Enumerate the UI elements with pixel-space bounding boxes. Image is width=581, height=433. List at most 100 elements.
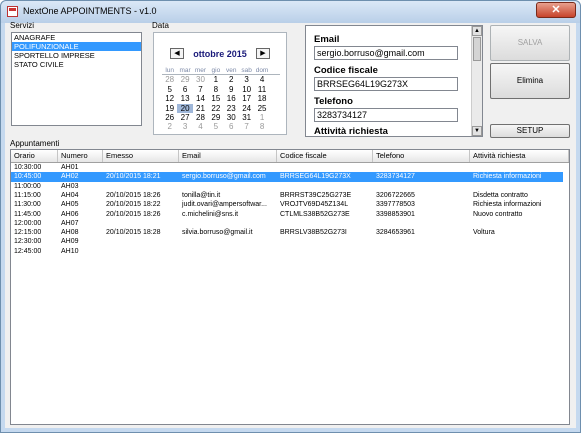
calendar-day[interactable]: 11 [254, 85, 269, 94]
calendar-day[interactable]: 2 [224, 75, 239, 84]
calendar-day[interactable]: 10 [239, 85, 254, 94]
calendar-day[interactable]: 13 [177, 94, 192, 103]
calendar-day[interactable]: 8 [208, 85, 223, 94]
servizi-item[interactable]: POLIFUNZIONALE [12, 42, 141, 51]
scroll-thumb[interactable] [473, 37, 481, 61]
appointments-table[interactable]: Orario Numero Emesso Email Codice fiscale Tel… [10, 149, 570, 425]
setup-button[interactable]: SETUP [490, 124, 570, 138]
table-cell: silvia.borruso@gmail.it [182, 229, 253, 237]
table-cell: 10:45:00 [14, 173, 42, 181]
table-row[interactable]: 12:00:00 AH07 [11, 219, 563, 228]
table-cell: Voltura [473, 229, 495, 237]
servizi-item[interactable]: ANAGRAFE [12, 33, 141, 42]
column-header[interactable]: Codice fiscale [277, 150, 373, 162]
calendar-day[interactable]: 21 [193, 104, 208, 113]
calendar-day[interactable]: 1 [254, 113, 269, 122]
table-row[interactable]: 10:30:00 AH01 [11, 163, 563, 172]
codice-fiscale-field[interactable]: BRRSEG64L19G273X [314, 77, 458, 91]
table-cell: 11:45:00 [14, 210, 41, 218]
calendar-day[interactable]: 7 [239, 122, 254, 131]
title-bar[interactable]: NextOne APPOINTMENTS - v1.0 ✕ [1, 1, 580, 23]
calendar-day[interactable]: 19 [162, 104, 177, 113]
table-cell: c.michelini@sns.it [182, 210, 239, 218]
calendar-day[interactable]: 26 [162, 113, 177, 122]
servizi-item[interactable]: SPORTELLO IMPRESE [12, 51, 141, 60]
calendar-day[interactable]: 24 [239, 104, 254, 113]
calendar-day[interactable]: 30 [193, 75, 208, 84]
calendar-day[interactable]: 1 [208, 75, 223, 84]
column-header[interactable]: Email [179, 150, 277, 162]
column-header[interactable]: Emesso [103, 150, 179, 162]
column-header[interactable]: Numero [58, 150, 103, 162]
column-header[interactable]: Orario [11, 150, 58, 162]
calendar-day[interactable]: 5 [162, 85, 177, 94]
salva-button[interactable]: SALVA [490, 25, 570, 61]
calendar-day[interactable]: 29 [177, 75, 192, 84]
column-header[interactable]: Attività richiesta [470, 150, 569, 162]
table-cell [103, 237, 179, 246]
table-row[interactable]: 11:45:00 AH06 20/10/2015 18:26 c.michelini@… [11, 210, 563, 219]
calendar-day[interactable]: 6 [177, 85, 192, 94]
elimina-button[interactable]: Elimina [490, 63, 570, 99]
telefono-field[interactable]: 3283734127 [314, 108, 458, 122]
calendar-day-name: mer [194, 67, 207, 74]
next-month-button[interactable]: ▶ [256, 48, 270, 59]
table-cell: BRRSLV38B52G273I [280, 229, 347, 237]
calendar-day[interactable]: 31 [239, 113, 254, 122]
table-cell [373, 219, 470, 228]
calendar-day[interactable]: 8 [254, 122, 269, 131]
table-cell: 12:30:00 [14, 238, 42, 246]
calendar-day[interactable]: 28 [193, 113, 208, 122]
calendar-day[interactable]: 4 [254, 75, 269, 84]
calendar-day[interactable]: 17 [239, 94, 254, 103]
table-cell [470, 219, 569, 228]
calendar-day[interactable]: 29 [208, 113, 223, 122]
table-cell: judit.ovari@ampersoftwar... [182, 201, 267, 209]
table-row[interactable]: 11:00:00 AH03 [11, 182, 563, 191]
table-cell: 3283734127 [376, 173, 415, 181]
calendar-day[interactable]: 27 [177, 113, 192, 122]
calendar-day[interactable]: 15 [208, 94, 223, 103]
calendar-day[interactable]: 4 [193, 122, 208, 131]
table-row[interactable]: 11:30:00 AH05 20/10/2015 18:22 judit.ovari@… [11, 200, 563, 209]
table-cell [103, 163, 179, 172]
table-cell: AH07 [61, 219, 79, 227]
servizi-list[interactable]: ANAGRAFE POLIFUNZIONALE SPORTELLO IMPRESE S… [11, 32, 142, 126]
calendar-day[interactable]: 20 [177, 103, 193, 113]
calendar-day[interactable]: 3 [239, 75, 254, 84]
scroll-down-arrow-icon[interactable]: ▼ [472, 126, 482, 136]
servizi-item[interactable]: STATO CIVILE [12, 60, 141, 69]
email-field[interactable]: sergio.borruso@gmail.com [314, 46, 458, 60]
table-row[interactable]: 11:15:00 AH04 20/10/2015 18:26 tonilla@tin.… [11, 191, 563, 200]
calendar-day[interactable]: 2 [162, 122, 177, 131]
calendar-day[interactable]: 5 [208, 122, 223, 131]
calendar[interactable]: ◀ ottobre 2015 ▶ lun mar mer gio ven sab dom 28… [153, 32, 287, 135]
table-row[interactable]: 10:45:00 AH02 20/10/2015 18:21 sergio.borru… [11, 172, 563, 182]
app-icon [7, 6, 18, 17]
calendar-day[interactable]: 14 [193, 94, 208, 103]
calendar-day[interactable]: 12 [162, 94, 177, 103]
calendar-day[interactable]: 3 [177, 122, 192, 131]
detail-scrollbar[interactable]: ▲ ▼ [471, 26, 482, 136]
table-cell: 12:45:00 [14, 247, 42, 255]
appuntamenti-label: Appuntamenti [10, 139, 60, 148]
calendar-day[interactable]: 7 [193, 85, 208, 94]
calendar-day[interactable]: 22 [208, 104, 223, 113]
calendar-day[interactable]: 25 [254, 104, 269, 113]
table-cell [277, 237, 373, 246]
scroll-up-arrow-icon[interactable]: ▲ [472, 26, 482, 36]
calendar-day[interactable]: 28 [162, 75, 177, 84]
close-button[interactable]: ✕ [536, 2, 576, 18]
table-cell: 20/10/2015 18:22 [106, 201, 161, 209]
calendar-day[interactable]: 16 [224, 94, 239, 103]
calendar-day[interactable]: 18 [254, 94, 269, 103]
column-header[interactable]: Telefono [373, 150, 470, 162]
table-row[interactable]: 12:45:00 AH10 [11, 247, 563, 256]
table-cell: 11:00:00 [14, 182, 41, 190]
table-row[interactable]: 12:15:00 AH08 20/10/2015 18:28 silvia.borru… [11, 228, 563, 237]
calendar-day[interactable]: 9 [224, 85, 239, 94]
table-row[interactable]: 12:30:00 AH09 [11, 237, 563, 246]
calendar-day[interactable]: 30 [224, 113, 239, 122]
calendar-day[interactable]: 6 [224, 122, 239, 131]
calendar-day[interactable]: 23 [224, 104, 239, 113]
